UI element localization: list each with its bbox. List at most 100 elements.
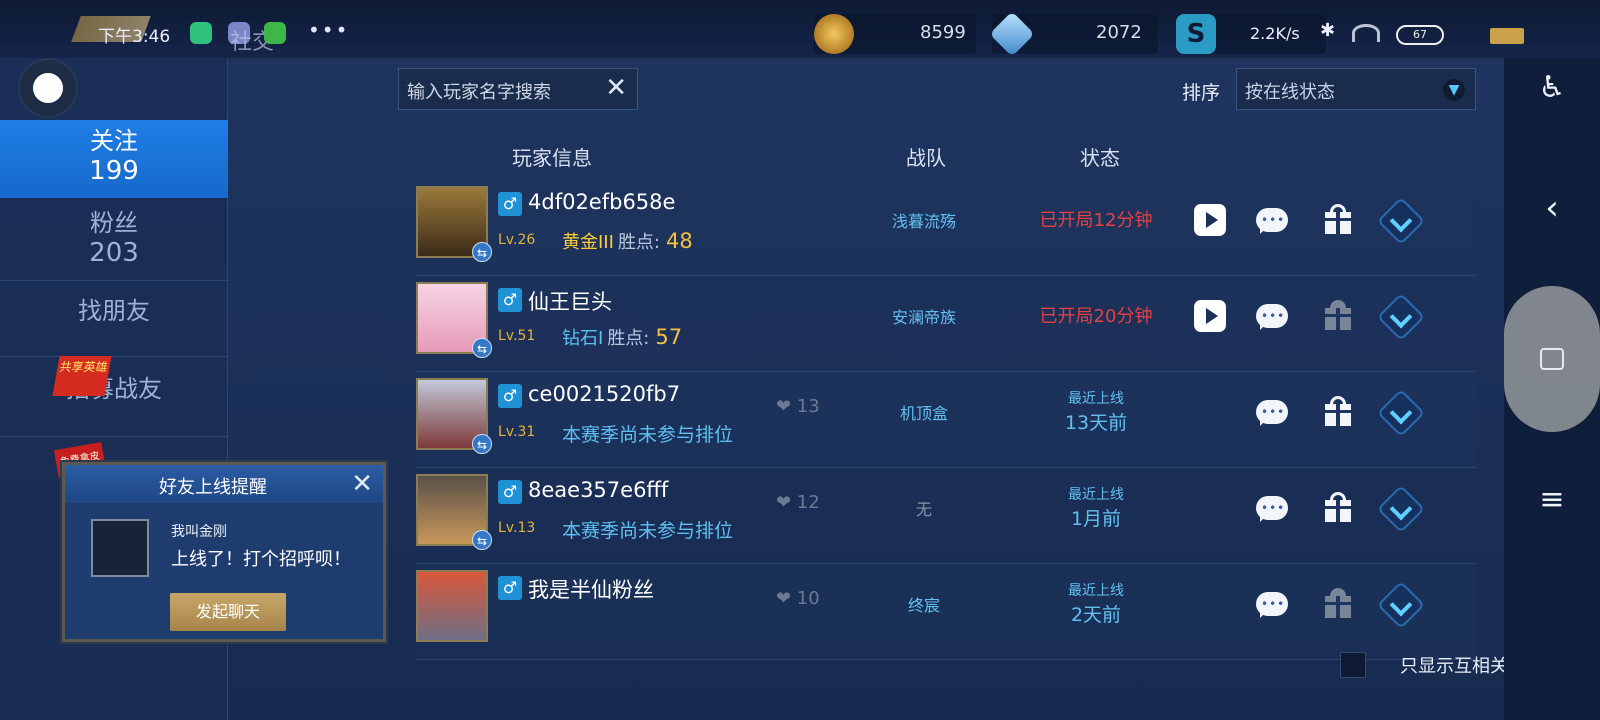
chat-button[interactable] bbox=[1256, 492, 1288, 524]
male-icon: ♂ bbox=[498, 288, 522, 312]
friend-avatar bbox=[91, 519, 149, 577]
male-icon: ♂ bbox=[498, 384, 522, 408]
like-count: ❤ 10 bbox=[776, 588, 820, 609]
expand-icon[interactable] bbox=[1376, 388, 1426, 438]
menu-icon[interactable]: ≡ bbox=[1504, 482, 1600, 517]
accessibility-icon[interactable]: ♿ bbox=[1504, 70, 1600, 105]
player-team[interactable]: 终宸 bbox=[854, 592, 994, 616]
home-square-icon[interactable] bbox=[1540, 348, 1564, 370]
gift-button[interactable] bbox=[1322, 588, 1354, 620]
tab-fans-count: 203 bbox=[89, 238, 139, 268]
player-rank: 本赛季尚未参与排位 bbox=[562, 520, 734, 542]
chat-button[interactable] bbox=[1256, 396, 1288, 428]
search-input[interactable]: 输入玩家名字搜索 ✕ bbox=[398, 68, 638, 110]
chat-button[interactable] bbox=[1256, 588, 1288, 620]
swap-icon: ⇆ bbox=[472, 242, 492, 262]
table-row[interactable]: ⇆ ♂ 4df02efb658e Lv.26 黄金III 胜点: 48 浅暮流殇 已… bbox=[416, 180, 1476, 276]
player-avatar[interactable] bbox=[416, 570, 488, 642]
tab-following-label: 关注 bbox=[90, 127, 138, 155]
points-label: 胜点: bbox=[617, 232, 661, 253]
player-team[interactable]: 浅暮流殇 bbox=[854, 208, 994, 232]
swap-icon: ⇆ bbox=[472, 338, 492, 358]
sort-value: 按在线状态 bbox=[1245, 82, 1335, 103]
tab-recruit[interactable]: 招募战友 bbox=[0, 374, 228, 418]
last-online-label: 最近上线 bbox=[1068, 583, 1124, 599]
clear-icon[interactable]: ✕ bbox=[605, 73, 627, 103]
player-rank: 钻石I 胜点: 57 bbox=[562, 324, 682, 350]
table-row[interactable]: ⇆ ♂ 8eae357e6fff Lv.13 本赛季尚未参与排位 ❤ 12 无 … bbox=[416, 468, 1476, 564]
player-name: 我是半仙粉丝 bbox=[528, 578, 654, 602]
gift-button[interactable] bbox=[1322, 300, 1354, 332]
share-hero-badge: 共享英雄 bbox=[52, 356, 112, 396]
chat-button[interactable] bbox=[1256, 300, 1288, 332]
mutual-only-checkbox[interactable] bbox=[1340, 652, 1366, 678]
watch-game-button[interactable] bbox=[1194, 204, 1226, 236]
tab-find-friends-label: 找朋友 bbox=[78, 297, 150, 325]
rank-tier: 黄金III bbox=[562, 232, 614, 253]
player-team[interactable]: 安澜帝族 bbox=[854, 304, 994, 328]
user-avatar[interactable] bbox=[20, 60, 76, 116]
game-social-screen: 下午3:46 社交 ••• 8599 2072 S 2.2K/s ✱ 67 关注… bbox=[0, 0, 1600, 720]
clock: 下午3:46 bbox=[98, 27, 171, 47]
tab-following-count: 199 bbox=[89, 156, 139, 186]
male-icon: ♂ bbox=[498, 480, 522, 504]
floating-home-pill[interactable] bbox=[1504, 286, 1600, 432]
like-count: ❤ 13 bbox=[776, 396, 820, 417]
divider bbox=[0, 436, 228, 437]
col-team: 战队 bbox=[906, 146, 946, 170]
watch-game-button[interactable] bbox=[1194, 300, 1226, 332]
player-name: 8eae357e6fff bbox=[528, 478, 669, 502]
gift-button[interactable] bbox=[1322, 204, 1354, 236]
more-notifications-icon: ••• bbox=[308, 18, 350, 42]
player-status: 最近上线 2天前 bbox=[1006, 580, 1186, 627]
last-online-value: 1月前 bbox=[1070, 508, 1122, 530]
last-online-label: 最近上线 bbox=[1068, 391, 1124, 407]
sort-dropdown[interactable]: 按在线状态 ▼ bbox=[1236, 68, 1476, 110]
wifi-icon bbox=[1352, 24, 1380, 42]
gold-value: 8599 bbox=[920, 22, 966, 43]
player-status: 已开局12分钟 bbox=[1039, 210, 1153, 231]
rank-tier: 钻石I bbox=[562, 328, 604, 349]
tab-find-friends[interactable]: 找朋友 bbox=[0, 296, 228, 340]
player-status: 最近上线 1月前 bbox=[1006, 484, 1186, 531]
table-row[interactable]: ♂ 我是半仙粉丝 ❤ 10 终宸 最近上线 2天前 bbox=[416, 564, 1476, 660]
table-row[interactable]: ⇆ ♂ ce0021520fb7 Lv.31 本赛季尚未参与排位 ❤ 13 机顶… bbox=[416, 372, 1476, 468]
male-icon: ♂ bbox=[498, 576, 522, 600]
expand-icon[interactable] bbox=[1376, 292, 1426, 342]
table-row[interactable]: ⇆ ♂ 仙王巨头 Lv.51 钻石I 胜点: 57 安澜帝族 已开局20分钟 bbox=[416, 276, 1476, 372]
battery-icon: 67 bbox=[1396, 25, 1444, 45]
swap-icon: ⇆ bbox=[472, 434, 492, 454]
player-name: 仙王巨头 bbox=[528, 290, 612, 314]
player-team[interactable]: 机顶盒 bbox=[854, 400, 994, 424]
col-status: 状态 bbox=[1080, 146, 1120, 170]
gift-button[interactable] bbox=[1322, 396, 1354, 428]
expand-icon[interactable] bbox=[1376, 580, 1426, 630]
expand-icon[interactable] bbox=[1376, 196, 1426, 246]
player-name: 4df02efb658e bbox=[528, 190, 676, 214]
chevron-down-icon: ▼ bbox=[1443, 79, 1465, 101]
tab-following[interactable]: 关注 199 bbox=[0, 120, 228, 198]
col-player-info: 玩家信息 bbox=[512, 146, 592, 170]
gold-coin-icon bbox=[814, 14, 854, 54]
s-token-icon: S bbox=[1176, 14, 1216, 54]
last-online-value: 2天前 bbox=[1070, 604, 1122, 626]
tab-fans[interactable]: 粉丝 203 bbox=[0, 204, 228, 282]
sort-label: 排序 bbox=[1182, 82, 1221, 104]
tab-fans-label: 粉丝 bbox=[90, 209, 138, 237]
swap-icon: ⇆ bbox=[472, 530, 492, 550]
last-online-value: 13天前 bbox=[1064, 412, 1128, 434]
like-count: ❤ 12 bbox=[776, 492, 820, 513]
player-team: 无 bbox=[915, 500, 932, 519]
divider bbox=[0, 356, 228, 357]
wechat-app-icon bbox=[264, 22, 286, 44]
player-rank: 本赛季尚未参与排位 bbox=[562, 424, 734, 446]
friend-name: 我叫金刚 bbox=[171, 524, 227, 540]
rank-points: 57 bbox=[655, 325, 683, 349]
last-online-label: 最近上线 bbox=[1068, 487, 1124, 503]
back-icon[interactable]: ‹ bbox=[1504, 188, 1600, 228]
expand-icon[interactable] bbox=[1376, 484, 1426, 534]
chat-button[interactable] bbox=[1256, 204, 1288, 236]
gift-button[interactable] bbox=[1322, 492, 1354, 524]
player-level: Lv.13 bbox=[498, 520, 536, 536]
player-rank: 黄金III 胜点: 48 bbox=[562, 228, 693, 254]
